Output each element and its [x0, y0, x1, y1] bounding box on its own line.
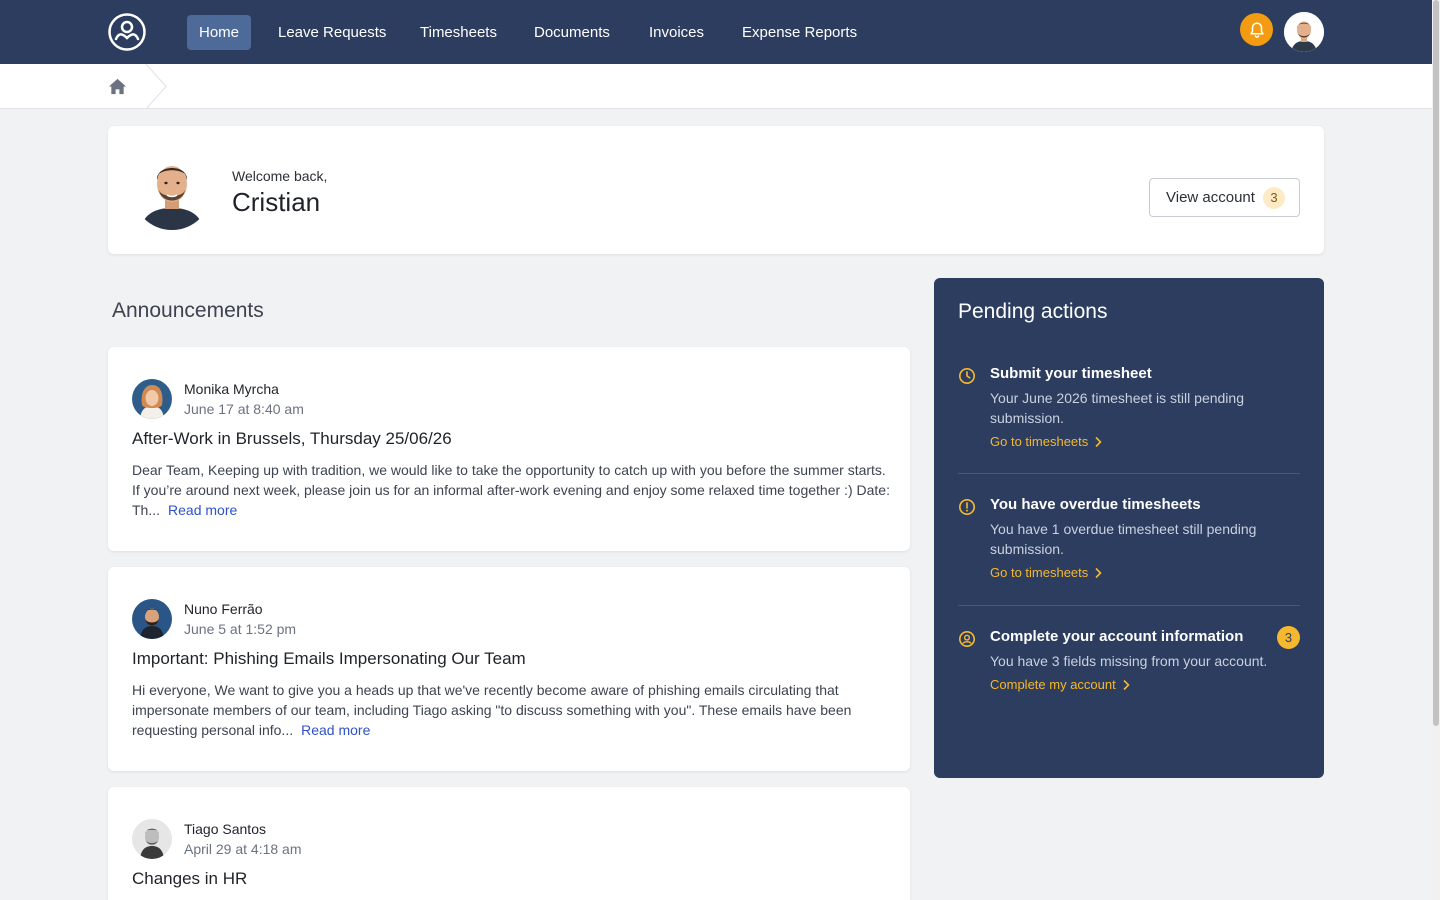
user-avatar-button[interactable]: [1284, 12, 1324, 52]
bell-icon: [1249, 22, 1264, 38]
complete-account-link[interactable]: Complete my account: [990, 677, 1130, 692]
pending-action-title: Complete your account information: [990, 628, 1244, 645]
pending-action-link-label: Complete my account: [990, 677, 1116, 692]
pending-action-description: You have 1 overdue timesheet still pendi…: [990, 521, 1257, 557]
divider: [958, 605, 1300, 606]
pending-action-item: You have overdue timesheets You have 1 o…: [958, 496, 1300, 586]
page-scrollbar-thumb[interactable]: [1433, 0, 1439, 726]
welcome-card: Welcome back, Cristian View account 3: [108, 126, 1324, 254]
welcome-label: Welcome back,: [232, 168, 328, 184]
announcement-excerpt: Dear Team, Keeping up with tradition, we…: [132, 462, 890, 518]
nav-home[interactable]: Home: [187, 15, 252, 50]
announcement-date: April 29 at 4:18 am: [184, 841, 302, 857]
go-to-timesheets-link[interactable]: Go to timesheets: [990, 565, 1102, 580]
account-count-badge: 3: [1262, 186, 1285, 209]
announcement-headline[interactable]: After-Work in Brussels, Thursday 25/06/2…: [132, 429, 452, 449]
announcement-card: Tiago Santos April 29 at 4:18 am Changes…: [108, 787, 910, 900]
clock-icon: [958, 367, 976, 385]
announcement-date: June 17 at 8:40 am: [184, 401, 304, 417]
announcement-author: Monika Myrcha: [184, 381, 279, 397]
announcement-author: Nuno Ferrão: [184, 601, 263, 617]
avatar: [1284, 12, 1324, 52]
go-to-timesheets-link[interactable]: Go to timesheets: [990, 434, 1102, 449]
announcement-headline[interactable]: Important: Phishing Emails Impersonating…: [132, 649, 526, 669]
notifications-button[interactable]: [1240, 13, 1273, 46]
pending-action-title: You have overdue timesheets: [990, 496, 1201, 513]
avatar: [132, 150, 212, 230]
pending-action-link-label: Go to timesheets: [990, 434, 1089, 449]
announcement-body: Dear Team, Keeping up with tradition, we…: [132, 460, 892, 520]
breadcrumb: [0, 64, 1432, 109]
chevron-right-icon: [1095, 436, 1102, 447]
nav-expense-reports[interactable]: Expense Reports: [730, 15, 869, 50]
home-icon[interactable]: [108, 77, 127, 96]
read-more-link[interactable]: Read more: [168, 502, 237, 518]
announcements-title: Announcements: [112, 299, 264, 322]
user-name: Cristian: [232, 187, 321, 217]
chevron-right-icon: [1095, 567, 1102, 578]
pending-action-link-label: Go to timesheets: [990, 565, 1089, 580]
missing-fields-badge: 3: [1277, 626, 1300, 649]
nav-invoices[interactable]: Invoices: [637, 15, 716, 50]
nav-leave-requests[interactable]: Leave Requests: [266, 15, 398, 50]
alert-circle-icon: [958, 498, 976, 516]
view-account-button[interactable]: View account 3: [1149, 178, 1300, 217]
company-logo-icon[interactable]: [107, 12, 147, 52]
announcement-excerpt: Hi everyone, We want to give you a heads…: [132, 682, 852, 738]
pending-action-item: Complete your account information 3 You …: [958, 626, 1300, 698]
pending-action-item: Submit your timesheet Your June 2026 tim…: [958, 365, 1300, 455]
announcement-card: Nuno Ferrão June 5 at 1:52 pm Important:…: [108, 567, 910, 771]
breadcrumb-separator-icon: [146, 64, 167, 109]
divider: [958, 473, 1300, 474]
pending-actions-panel: Pending actions Submit your timesheet Yo…: [934, 278, 1324, 778]
top-navbar: Home Leave Requests Timesheets Documents…: [0, 0, 1432, 64]
announcement-body: Hi everyone, We want to give you a heads…: [132, 680, 892, 740]
avatar: [132, 599, 172, 639]
announcement-author: Tiago Santos: [184, 821, 266, 837]
chevron-right-icon: [1123, 679, 1130, 690]
pending-action-description: Your June 2026 timesheet is still pendin…: [990, 390, 1244, 426]
view-account-label: View account: [1166, 189, 1255, 206]
pending-action-title: Submit your timesheet: [990, 365, 1152, 382]
avatar: [132, 819, 172, 859]
read-more-link[interactable]: Read more: [301, 722, 370, 738]
avatar: [132, 379, 172, 419]
nav-timesheets[interactable]: Timesheets: [408, 15, 509, 50]
pending-actions-title: Pending actions: [958, 300, 1108, 323]
announcement-card: Monika Myrcha June 17 at 8:40 am After-W…: [108, 347, 910, 551]
user-circle-icon: [958, 630, 976, 648]
pending-action-description: You have 3 fields missing from your acco…: [990, 653, 1268, 669]
nav-documents[interactable]: Documents: [522, 15, 622, 50]
announcement-headline[interactable]: Changes in HR: [132, 869, 247, 889]
announcement-date: June 5 at 1:52 pm: [184, 621, 297, 637]
